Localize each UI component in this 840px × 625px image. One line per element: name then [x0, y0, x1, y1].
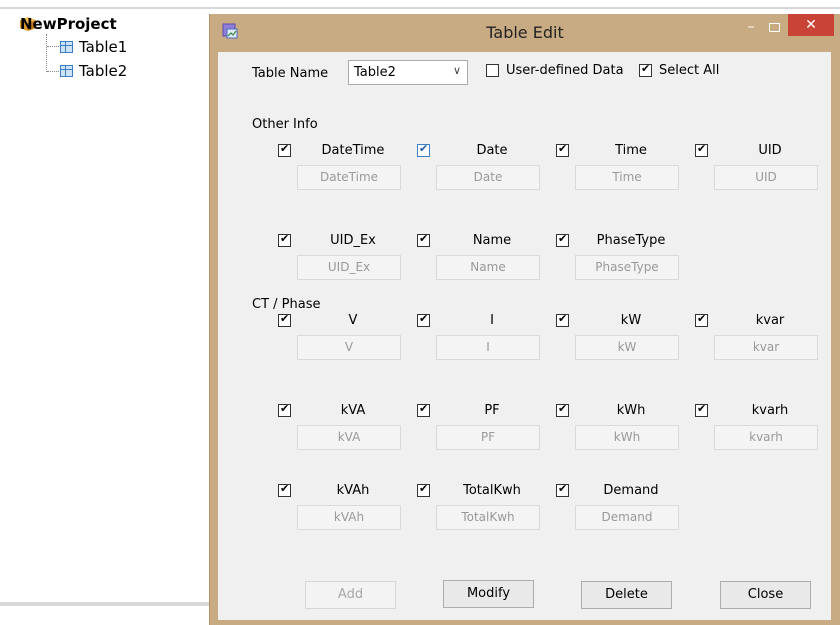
field-input-kwh[interactable]: kWh — [575, 425, 679, 450]
close-window-button[interactable]: ✕ — [788, 14, 834, 36]
checkbox-kw[interactable] — [556, 312, 569, 327]
field-input-uid-ex[interactable]: UID_Ex — [297, 255, 401, 280]
field-label-kvar: kvar — [755, 313, 785, 328]
checkbox-date[interactable] — [417, 142, 430, 157]
field-label-kw: kW — [620, 313, 642, 328]
checkbox-v[interactable] — [278, 312, 291, 327]
field-label-pf: PF — [484, 403, 500, 418]
field-label-datetime: DateTime — [321, 143, 385, 158]
bottom-scrollbar[interactable] — [0, 602, 210, 606]
checkbox-kvah[interactable] — [278, 482, 291, 497]
table-name-dropdown[interactable]: Table2 ∨ — [348, 60, 468, 85]
field-input-demand[interactable]: Demand — [575, 505, 679, 530]
field-label-name: Name — [472, 233, 512, 248]
chevron-down-icon: ∨ — [452, 64, 461, 77]
field-input-i[interactable]: I — [436, 335, 540, 360]
table-icon — [60, 41, 73, 53]
modify-button[interactable]: Modify — [443, 580, 534, 608]
table-name-label: Table Name — [252, 66, 329, 81]
field-label-uid-ex: UID_Ex — [330, 233, 376, 248]
checkbox-datetime[interactable] — [278, 142, 291, 157]
field-input-kw[interactable]: kW — [575, 335, 679, 360]
field-input-date[interactable]: Date — [436, 165, 540, 190]
checkbox-uid-ex[interactable] — [278, 232, 291, 247]
field-label-time: Time — [615, 143, 647, 158]
section-other-info: Other Info — [252, 117, 318, 132]
field-label-i: I — [490, 313, 494, 328]
field-input-kvah[interactable]: kVAh — [297, 505, 401, 530]
field-label-kvarh: kvarh — [751, 403, 789, 418]
tree-root-newproject[interactable]: NewProject — [20, 15, 117, 33]
checkbox-phasetype[interactable] — [556, 232, 569, 247]
section-ct-phase: CT / Phase — [252, 297, 321, 312]
field-input-phasetype[interactable]: PhaseType — [575, 255, 679, 280]
tree-item-label: Table2 — [79, 62, 128, 80]
field-label-uid: UID — [758, 143, 782, 158]
close-button[interactable]: Close — [720, 581, 811, 609]
checkbox-totalkwh[interactable] — [417, 482, 430, 497]
checkbox-pf[interactable] — [417, 402, 430, 417]
field-input-totalkwh[interactable]: TotalKwh — [436, 505, 540, 530]
user-defined-checkbox[interactable] — [486, 64, 499, 77]
checkbox-kvarh[interactable] — [695, 402, 708, 417]
select-all-label[interactable]: Select All — [659, 63, 719, 78]
field-label-kwh: kWh — [616, 403, 646, 418]
field-label-v: V — [348, 313, 358, 328]
dialog-body: Table Name Table2 ∨ User-defined Data Se… — [218, 52, 831, 620]
field-input-kvarh[interactable]: kvarh — [714, 425, 818, 450]
tree-item-table1[interactable]: Table1 — [60, 38, 127, 56]
add-button[interactable]: Add — [305, 581, 396, 609]
field-label-kvah: kVAh — [336, 483, 370, 498]
field-label-date: Date — [476, 143, 508, 158]
checkbox-demand[interactable] — [556, 482, 569, 497]
table-edit-dialog: Table Edit – ✕ Table Name Table2 ∨ User-… — [210, 14, 840, 625]
checkbox-kvar[interactable] — [695, 312, 708, 327]
field-label-phasetype: PhaseType — [596, 233, 666, 248]
checkbox-kwh[interactable] — [556, 402, 569, 417]
tree-connector — [47, 46, 59, 47]
tree-connector — [47, 71, 59, 72]
table-name-value: Table2 — [354, 65, 396, 80]
checkbox-uid[interactable] — [695, 142, 708, 157]
tree-root-label: NewProject — [20, 15, 117, 33]
checkbox-time[interactable] — [556, 142, 569, 157]
field-label-kva: kVA — [340, 403, 366, 418]
table-icon — [60, 65, 73, 77]
field-input-uid[interactable]: UID — [714, 165, 818, 190]
top-divider — [0, 7, 840, 9]
field-input-datetime[interactable]: DateTime — [297, 165, 401, 190]
field-input-pf[interactable]: PF — [436, 425, 540, 450]
field-input-time[interactable]: Time — [575, 165, 679, 190]
tree-item-table2[interactable]: Table2 — [60, 62, 127, 80]
checkbox-kva[interactable] — [278, 402, 291, 417]
checkbox-i[interactable] — [417, 312, 430, 327]
user-defined-label[interactable]: User-defined Data — [506, 63, 624, 78]
field-label-totalkwh: TotalKwh — [463, 483, 521, 498]
minimize-button[interactable]: – — [742, 19, 760, 37]
dialog-titlebar[interactable]: Table Edit – ✕ — [210, 14, 840, 52]
maximize-button[interactable] — [765, 19, 783, 37]
tree-connector — [46, 34, 47, 72]
checkbox-name[interactable] — [417, 232, 430, 247]
field-input-v[interactable]: V — [297, 335, 401, 360]
select-all-checkbox[interactable] — [639, 62, 652, 77]
field-input-kvar[interactable]: kvar — [714, 335, 818, 360]
project-tree: NewProject Table1 Table2 — [0, 0, 840, 625]
field-label-demand: Demand — [603, 483, 659, 498]
field-input-name[interactable]: Name — [436, 255, 540, 280]
field-input-kva[interactable]: kVA — [297, 425, 401, 450]
delete-button[interactable]: Delete — [581, 581, 672, 609]
tree-item-label: Table1 — [79, 38, 128, 56]
